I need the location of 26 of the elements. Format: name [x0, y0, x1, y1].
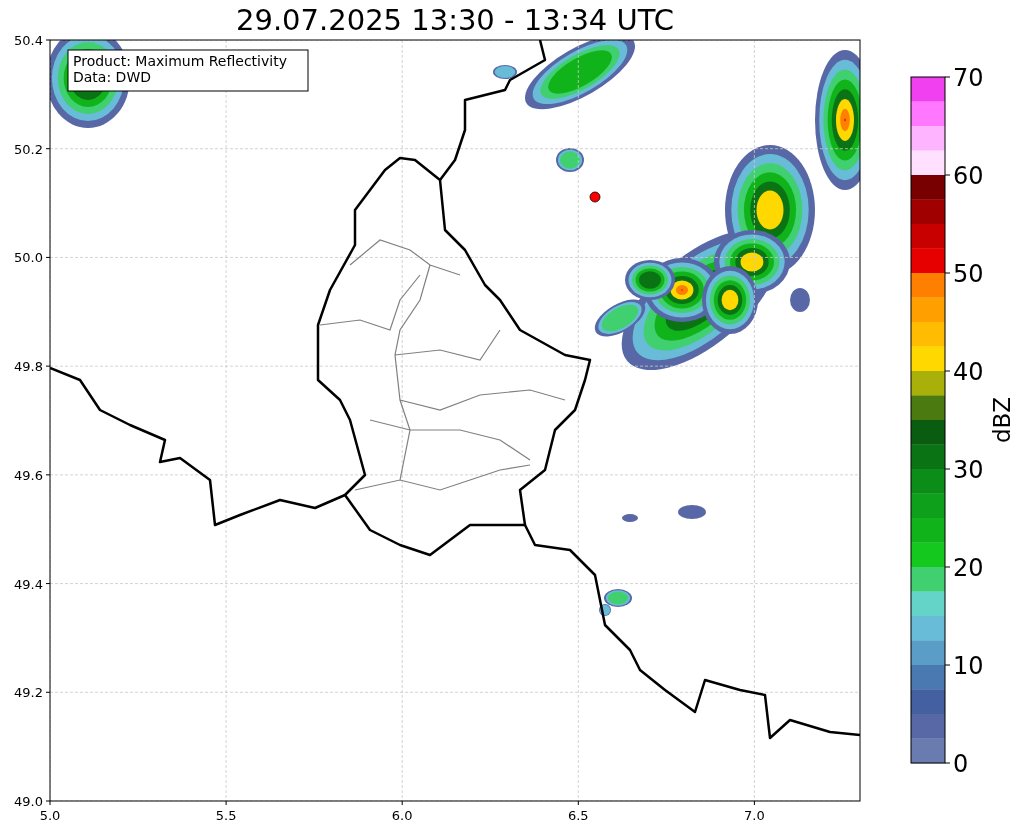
axis-tick-label: 7.0: [744, 808, 765, 823]
colorbar-tick-label: 40: [953, 358, 984, 386]
axis-tick-label: 50.4: [14, 33, 43, 48]
colorbar-tick-label: 50: [953, 260, 984, 288]
colorbar-label: dBZ: [989, 396, 1015, 444]
axis-tick-label: 50.2: [14, 141, 43, 157]
axis-tick-label: 50.0: [14, 250, 43, 266]
colorbar-tick-label: 10: [953, 652, 984, 680]
colorbar-tick-label: 30: [953, 456, 984, 484]
axis-tick-label: 49.0: [14, 794, 43, 809]
chart-title: 29.07.2025 13:30 - 13:34 UTC: [235, 2, 675, 30]
axis-tick-label: 49.2: [14, 685, 43, 701]
axis-tick-label: 5.5: [215, 808, 237, 823]
location-marker: [589, 191, 601, 203]
colorbar-tick-label: 60: [953, 162, 984, 190]
annotation-text: Data: DWD: [73, 69, 151, 85]
axis-tick-label: 49.8: [14, 359, 43, 375]
colorbar-tick-label: 20: [953, 554, 984, 582]
axis-tick-label: 6.0: [391, 808, 413, 823]
axis-tick-label: 49.4: [14, 576, 43, 592]
axis-tick-label: 49.6: [14, 467, 43, 483]
colorbar-tick-label: 0: [953, 750, 969, 778]
annotation-text: Product: Maximum Reflectivity: [73, 53, 287, 69]
axis-tick-label: 5.0: [39, 808, 61, 823]
colorbar-tick-label: 70: [953, 64, 984, 92]
axis-tick-label: 6.5: [567, 808, 589, 823]
